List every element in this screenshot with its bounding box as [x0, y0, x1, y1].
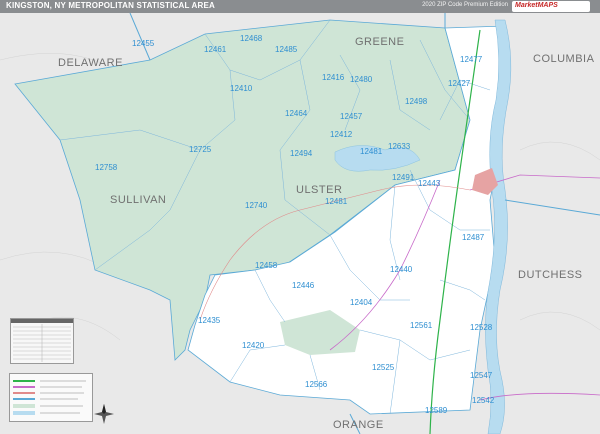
compass-rose-icon: [94, 404, 114, 424]
zip-label: 12481: [325, 197, 348, 206]
zip-index-box: [10, 318, 74, 364]
zip-label: 12416: [322, 73, 345, 82]
zip-label: 12480: [350, 75, 373, 84]
legend-highway-swatch: [13, 386, 35, 388]
zip-label: 12440: [390, 265, 413, 274]
zip-label: 12740: [245, 201, 268, 210]
county-label-greene: GREENE: [355, 36, 404, 48]
legend-zip-boundary-swatch: [13, 398, 35, 400]
zip-label: 12758: [95, 163, 118, 172]
map-frame: KINGSTON, NY METROPOLITAN STATISTICAL AR…: [0, 0, 600, 434]
zip-label: 12528: [470, 323, 493, 332]
zip-label: 12487: [462, 233, 485, 242]
map-canvas: DELAWARE GREENE COLUMBIA SULLIVAN ULSTER…: [0, 13, 600, 434]
zip-label: 12435: [198, 316, 221, 325]
county-label-ulster: ULSTER: [296, 184, 342, 196]
zip-label: 12485: [275, 45, 298, 54]
zip-label: 12477: [460, 55, 483, 64]
zip-label: 12525: [372, 363, 395, 372]
county-label-orange: ORANGE: [333, 419, 384, 431]
legend-water-swatch: [13, 411, 35, 415]
legend-interstate-swatch: [13, 380, 35, 382]
zip-label: 12491: [392, 173, 415, 182]
zip-label: 12542: [472, 396, 495, 405]
zip-label: 12589: [425, 406, 448, 415]
edition-label: 2020 ZIP Code Premium Edition: [422, 2, 508, 8]
zip-label: 12468: [240, 34, 263, 43]
zip-label: 12547: [470, 371, 493, 380]
legend-park-swatch: [13, 404, 35, 408]
zip-label: 12404: [350, 298, 373, 307]
zip-label: 12446: [292, 281, 315, 290]
zip-label: 12725: [189, 145, 212, 154]
legend-route-swatch: [13, 392, 35, 394]
zip-label: 12455: [132, 39, 155, 48]
county-label-columbia: COLUMBIA: [533, 53, 595, 65]
zip-label: 12458: [255, 261, 278, 270]
county-label-delaware: DELAWARE: [58, 57, 123, 69]
zip-label: 12420: [242, 341, 265, 350]
legend-text-lines: [40, 380, 86, 414]
zip-label: 12443: [418, 179, 441, 188]
map-title: KINGSTON, NY METROPOLITAN STATISTICAL AR…: [6, 1, 215, 10]
county-label-dutchess: DUTCHESS: [518, 269, 583, 281]
zip-label: 12561: [410, 321, 433, 330]
brand-logo: MarketMAPS: [512, 1, 590, 12]
zip-label: 12498: [405, 97, 428, 106]
zip-label: 12481: [360, 147, 383, 156]
county-label-sullivan: SULLIVAN: [110, 194, 166, 206]
title-bar: KINGSTON, NY METROPOLITAN STATISTICAL AR…: [0, 0, 600, 13]
zip-label: 12457: [340, 112, 363, 121]
zip-label: 12566: [305, 380, 328, 389]
zip-index-table: [11, 319, 73, 362]
zip-label: 12410: [230, 84, 253, 93]
zip-label: 12461: [204, 45, 227, 54]
zip-label: 12633: [388, 142, 411, 151]
brand-name: MarketMAPS: [515, 2, 558, 9]
zip-label: 12494: [290, 149, 313, 158]
map-legend: [9, 373, 93, 422]
zip-label: 12427: [448, 79, 471, 88]
zip-label: 12464: [285, 109, 308, 118]
zip-label: 12412: [330, 130, 353, 139]
